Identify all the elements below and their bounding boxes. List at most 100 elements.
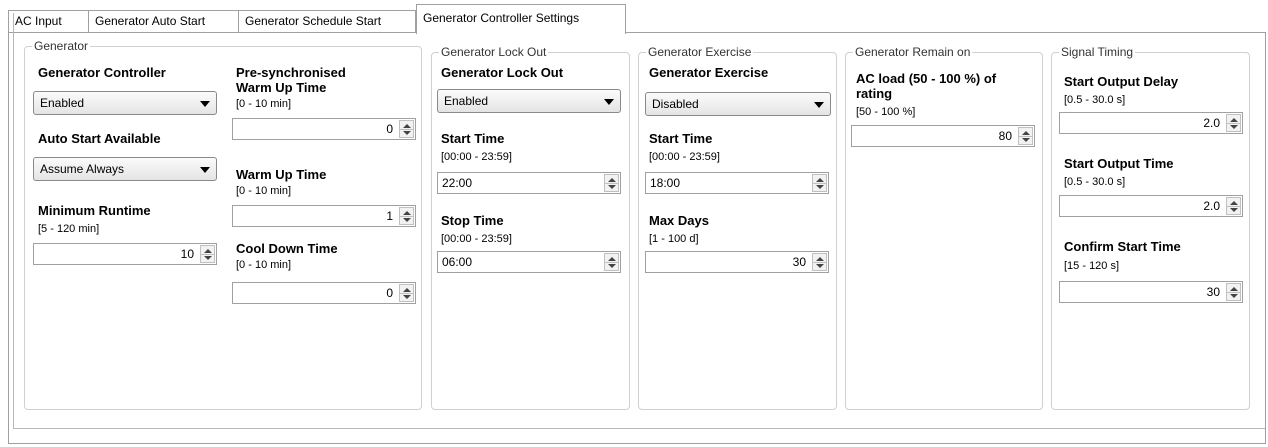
exercise-start-time-range: [00:00 - 23:59]: [649, 151, 720, 163]
auto-start-available-label: Auto Start Available: [38, 131, 161, 146]
auto-start-available-value: Assume Always: [40, 162, 125, 176]
generator-lockout-label: Generator Lock Out: [441, 65, 564, 80]
spin-buttons[interactable]: [399, 207, 414, 225]
lockout-start-time-range: [00:00 - 23:59]: [441, 151, 512, 163]
generator-group: Generator Generator Controller Enabled A…: [24, 39, 422, 410]
tab-generator-controller-settings[interactable]: Generator Controller Settings: [416, 4, 626, 34]
spin-down-icon[interactable]: [204, 256, 212, 260]
presync-warmup-range: [0 - 10 min]: [236, 98, 292, 110]
signal-timing-group-title: Signal Timing: [1059, 45, 1136, 59]
spin-down-icon[interactable]: [1022, 138, 1030, 142]
lockout-stop-time-spinner[interactable]: 06:00: [437, 251, 621, 273]
spin-down-icon[interactable]: [403, 295, 411, 299]
spin-up-icon[interactable]: [1230, 287, 1238, 291]
minimum-runtime-spinner[interactable]: 10: [33, 243, 217, 265]
start-output-time-range: [0.5 - 30.0 s]: [1064, 176, 1126, 188]
start-output-time-label: Start Output Time: [1064, 156, 1174, 171]
start-output-time-spinner[interactable]: 2.0: [1059, 195, 1243, 217]
generator-lockout-value: Enabled: [444, 94, 489, 108]
exercise-start-time-value: 18:00: [650, 176, 681, 190]
exercise-start-time-spinner[interactable]: 18:00: [645, 172, 829, 194]
warm-up-time-spinner[interactable]: 1: [232, 205, 416, 227]
chevron-down-icon: [200, 101, 210, 107]
generator-lockout-group-title: Generator Lock Out: [439, 45, 549, 59]
spin-buttons[interactable]: [1018, 127, 1033, 145]
spin-down-icon[interactable]: [816, 185, 824, 189]
spin-buttons[interactable]: [1226, 283, 1241, 301]
generator-lockout-select[interactable]: Enabled: [437, 89, 621, 113]
spin-down-icon[interactable]: [403, 218, 411, 222]
spin-down-icon[interactable]: [403, 131, 411, 135]
generator-lockout-group: Generator Lock Out Generator Lock Out En…: [431, 45, 630, 410]
spin-down-icon[interactable]: [816, 264, 824, 268]
generator-group-title: Generator: [32, 39, 91, 53]
generator-exercise-group-title: Generator Exercise: [646, 45, 754, 59]
presync-warmup-label-2: Warm Up Time: [236, 80, 327, 95]
max-days-spinner[interactable]: 30: [645, 251, 829, 273]
cool-down-time-spinner[interactable]: 0: [232, 282, 416, 304]
spin-buttons[interactable]: [812, 174, 827, 192]
generator-controller-value: Enabled: [40, 96, 85, 110]
lockout-stop-time-range: [00:00 - 23:59]: [441, 233, 512, 245]
confirm-start-time-spinner[interactable]: 30: [1059, 281, 1243, 303]
confirm-start-time-range: [15 - 120 s]: [1064, 260, 1120, 272]
chevron-down-icon: [604, 99, 614, 105]
minimum-runtime-value: 10: [180, 247, 194, 261]
lockout-stop-time-value: 06:00: [442, 255, 473, 269]
auto-start-available-select[interactable]: Assume Always: [33, 157, 217, 181]
generator-controller-select[interactable]: Enabled: [33, 91, 217, 115]
ac-load-range: [50 - 100 %]: [856, 106, 916, 118]
chevron-down-icon: [814, 102, 824, 108]
spin-up-icon[interactable]: [816, 257, 824, 261]
cool-down-time-value: 0: [386, 286, 393, 300]
spin-buttons[interactable]: [1226, 197, 1241, 215]
generator-exercise-group: Generator Exercise Generator Exercise Di…: [638, 45, 837, 410]
spin-down-icon[interactable]: [608, 264, 616, 268]
minimum-runtime-range: [5 - 120 min]: [38, 223, 100, 235]
spin-up-icon[interactable]: [1230, 118, 1238, 122]
start-output-delay-spinner[interactable]: 2.0: [1059, 112, 1243, 134]
spin-up-icon[interactable]: [403, 288, 411, 292]
warm-up-time-label: Warm Up Time: [236, 167, 327, 182]
spin-up-icon[interactable]: [608, 257, 616, 261]
lockout-start-time-label: Start Time: [441, 131, 505, 146]
spin-up-icon[interactable]: [403, 124, 411, 128]
warm-up-time-range: [0 - 10 min]: [236, 185, 292, 197]
spin-down-icon[interactable]: [608, 185, 616, 189]
generator-remain-on-group: Generator Remain on AC load (50 - 100 %)…: [845, 45, 1043, 410]
start-output-delay-label: Start Output Delay: [1064, 74, 1179, 89]
spin-buttons[interactable]: [1226, 114, 1241, 132]
generator-exercise-value: Disabled: [652, 97, 699, 111]
spin-down-icon[interactable]: [1230, 208, 1238, 212]
ac-load-label-1: AC load (50 - 100 %) of: [856, 71, 997, 86]
spin-down-icon[interactable]: [1230, 125, 1238, 129]
ac-load-label-2: rating: [856, 86, 893, 101]
spin-up-icon[interactable]: [204, 249, 212, 253]
confirm-start-time-value: 30: [1206, 285, 1220, 299]
generator-remain-on-group-title: Generator Remain on: [853, 45, 973, 59]
lockout-start-time-spinner[interactable]: 22:00: [437, 172, 621, 194]
ac-load-spinner[interactable]: 80: [851, 125, 1035, 147]
signal-timing-group: Signal Timing Start Output Delay [0.5 - …: [1051, 45, 1250, 410]
cool-down-time-label: Cool Down Time: [236, 241, 338, 256]
spin-up-icon[interactable]: [816, 178, 824, 182]
generator-controller-label: Generator Controller: [38, 65, 166, 80]
spin-up-icon[interactable]: [608, 178, 616, 182]
start-output-time-value: 2.0: [1203, 199, 1220, 213]
max-days-value: 30: [792, 255, 806, 269]
spin-buttons[interactable]: [604, 174, 619, 192]
spin-up-icon[interactable]: [1230, 201, 1238, 205]
spin-buttons[interactable]: [399, 120, 414, 138]
spin-up-icon[interactable]: [403, 211, 411, 215]
spin-down-icon[interactable]: [1230, 294, 1238, 298]
spin-buttons[interactable]: [200, 245, 215, 263]
spin-buttons[interactable]: [812, 253, 827, 271]
start-output-delay-value: 2.0: [1203, 116, 1220, 130]
spin-buttons[interactable]: [399, 284, 414, 302]
generator-exercise-select[interactable]: Disabled: [645, 92, 831, 116]
presync-warmup-spinner[interactable]: 0: [232, 118, 416, 140]
cool-down-time-range: [0 - 10 min]: [236, 259, 292, 271]
max-days-range: [1 - 100 d]: [649, 233, 699, 245]
spin-buttons[interactable]: [604, 253, 619, 271]
spin-up-icon[interactable]: [1022, 131, 1030, 135]
